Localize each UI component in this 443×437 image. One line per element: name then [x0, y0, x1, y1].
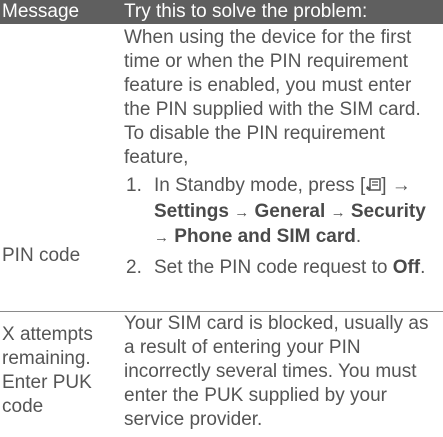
step-text-pre: In Standby mode, press [: [154, 175, 366, 196]
table-row: PIN code When using the device for the f…: [0, 24, 443, 312]
path-arrow: →: [154, 229, 169, 246]
solution-cell: When using the device for the first time…: [124, 26, 440, 286]
table-row: X attempts remaining. Enter PUK code You…: [0, 312, 443, 437]
table-header: Message Try this to solve the problem:: [0, 0, 443, 24]
menu-key-icon: [365, 176, 381, 200]
step-end: .: [420, 257, 426, 278]
step-text-post: ] →: [381, 175, 411, 196]
path-general: General: [254, 201, 326, 222]
list-item: 1. In Standby mode, press [] → Settings …: [124, 174, 440, 250]
message-cell: X attempts remaining. Enter PUK code: [2, 324, 93, 417]
step-number: 2.: [126, 257, 142, 278]
message-cell: PIN code: [2, 245, 81, 266]
path-settings: Settings: [154, 201, 229, 222]
steps-list: 1. In Standby mode, press [] → Settings …: [124, 174, 440, 280]
path-security: Security: [350, 201, 426, 222]
solution-intro: When using the device for the first time…: [124, 27, 421, 168]
list-item: 2. Set the PIN code request to Off.: [124, 256, 440, 280]
step-bold-value: Off: [392, 257, 421, 278]
step-end: .: [355, 226, 362, 247]
header-solution-label: Try this to solve the problem:: [124, 1, 368, 22]
header-message-label: Message: [2, 1, 80, 22]
solution-cell: Your SIM card is blocked, usually as a r…: [124, 313, 429, 430]
path-arrow: →: [330, 204, 346, 221]
path-arrow: →: [234, 204, 250, 221]
step-number: 1.: [126, 175, 142, 196]
path-phone-sim: Phone and SIM card: [174, 226, 356, 247]
step-text-pre: Set the PIN code request to: [154, 257, 393, 278]
